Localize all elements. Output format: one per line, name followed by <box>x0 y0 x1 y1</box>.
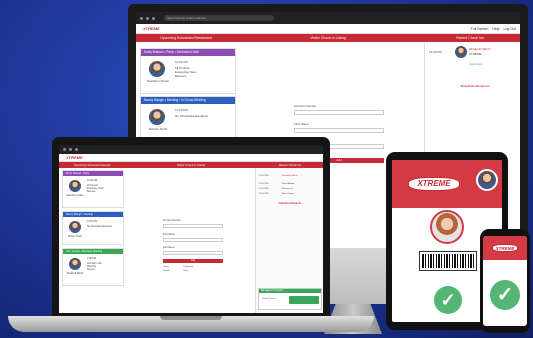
checkin-time: 12:02 PM <box>259 193 269 195</box>
xtreme-logo: XTREME <box>492 244 518 252</box>
visit-detail: Review <box>87 269 95 271</box>
xtreme-logo: XTREME <box>408 177 460 191</box>
visit-time: 2:00 PM <box>87 257 96 260</box>
checkin-name: Maria Lopez <box>282 193 295 195</box>
recent-checkins-panel: 12:34 PM Elizabeth Marsh 12:30 PM Kevin … <box>255 168 323 313</box>
browser-toolbar <box>59 145 323 154</box>
checkin-name: Stacey Lee <box>282 188 293 190</box>
checkmark-icon: ✓ <box>490 280 520 310</box>
account-number-field[interactable] <box>163 224 223 228</box>
visit-card-header: Nancy Waugh • Meeting • In Group Meeting <box>141 97 235 104</box>
laptop-screen: XTREME Upcoming Scheduled Guests Visitor… <box>59 145 323 313</box>
phone-banner: XTREME <box>483 236 527 260</box>
visit-detail: No Scheduled Attendees <box>87 226 113 228</box>
first-name-field[interactable] <box>163 238 223 242</box>
account-number-field[interactable] <box>294 110 384 115</box>
window-dot-icon[interactable] <box>63 148 66 151</box>
visitor-barcode <box>419 251 477 271</box>
form-label: Last Name <box>163 246 175 249</box>
visit-detail: Banners <box>87 191 96 193</box>
reports-box-header: Management Reports <box>259 289 321 293</box>
address-bar[interactable]: https://xtreme-visitor.example <box>164 15 274 21</box>
checkin-company: XTREME <box>469 52 482 56</box>
visitor-name: Nichole Smith <box>148 127 168 131</box>
visit-card-header: Nancy Waugh • Meeting <box>63 212 123 217</box>
last-name-field[interactable] <box>163 251 223 255</box>
section-title-upcoming: Upcoming Scheduled Restaurant <box>160 36 212 40</box>
browser-toolbar: https://xtreme-visitor.example <box>136 12 520 24</box>
window-dot-icon[interactable] <box>69 148 72 151</box>
first-name-field[interactable] <box>294 128 384 133</box>
avatar <box>149 109 165 125</box>
phone-screen: XTREME ✓ <box>483 236 527 326</box>
laptop: XTREME Upcoming Scheduled Guests Visitor… <box>52 137 330 317</box>
checkbox-vendor[interactable]: Vendor <box>163 269 170 274</box>
checkin-time: 12:14 PM <box>259 188 269 190</box>
visit-card-header: Emily Watson • Party • Scheduled Visit <box>141 49 235 56</box>
section-title-recent: Recent Check Ins <box>278 163 302 167</box>
visit-card-header: Emily Watson • Party <box>63 171 123 176</box>
form-label: Account Number <box>294 104 317 108</box>
past-checkins-link[interactable]: View Past Check-ins <box>435 84 515 88</box>
section-title-upcoming: Upcoming Scheduled Guests <box>73 163 111 167</box>
checkin-name: Elizabeth Marsh <box>469 47 491 51</box>
header-link-fullscreen[interactable]: Full Screen <box>471 27 489 31</box>
form-label: First Name <box>163 233 175 236</box>
checkin-status: Approved <box>469 62 482 66</box>
section-bar: Upcoming Scheduled Restaurant Visitor Ch… <box>136 34 520 42</box>
form-label: First Name <box>294 122 309 126</box>
app-header: XTREME <box>59 154 323 162</box>
avatar <box>455 46 467 58</box>
pass-label: Visitor Passes <box>262 298 276 300</box>
pass-chip[interactable] <box>289 296 319 304</box>
visitor-name: Davidson Chase <box>146 79 169 83</box>
section-title-listing: Visitor Check-in Listing <box>176 163 206 167</box>
staff-avatar <box>476 169 498 191</box>
window-dot-icon[interactable] <box>140 16 143 20</box>
checkin-name: Kevin Adams <box>282 183 295 185</box>
avatar <box>69 258 81 270</box>
window-dot-icon[interactable] <box>146 16 149 20</box>
checkin-time: 12:34 PM <box>259 175 269 177</box>
avatar <box>69 180 81 192</box>
phone: XTREME ✓ <box>480 229 530 333</box>
form-label: Account Number <box>163 219 181 222</box>
visit-time: 12:00 PM <box>87 220 98 223</box>
visitor-avatar <box>430 210 464 244</box>
window-dot-icon[interactable] <box>75 148 78 151</box>
management-reports-box[interactable]: Management Reports Visitor Passes <box>258 288 322 310</box>
visit-card[interactable]: Tom Jenkins • Business Meeting Elizabeth… <box>62 248 124 286</box>
app-header: XTREME Full Screen Help Log Out <box>136 24 520 34</box>
avatar <box>149 61 165 77</box>
past-checkins-link[interactable]: View Past Check-ins <box>260 202 320 205</box>
visit-detail: Banners <box>175 74 187 78</box>
section-title-recent: Recent Check Ins <box>456 36 484 40</box>
checkin-time: 12:34 PM <box>429 50 442 54</box>
window-dot-icon[interactable] <box>152 16 155 20</box>
visit-card[interactable]: Nancy Waugh • Meeting • In Group Meeting… <box>140 96 236 140</box>
avatar <box>69 221 81 233</box>
checkin-time: 12:30 PM <box>259 183 269 185</box>
visitor-name: Davidson Chase <box>66 195 84 197</box>
xtreme-logo[interactable]: XTREME <box>63 155 86 160</box>
visit-card[interactable]: Nancy Waugh • Meeting Nichole Smith 12:0… <box>62 211 124 245</box>
checkin-name: Elizabeth Marsh <box>282 175 298 177</box>
header-link-logout[interactable]: Log Out <box>504 27 516 31</box>
visit-detail: No Scheduled Attendees <box>175 114 209 118</box>
xtreme-logo[interactable]: XTREME <box>140 26 163 31</box>
visitor-name: Nichole Smith <box>67 236 83 238</box>
checkmark-icon: ✓ <box>434 286 462 314</box>
visit-time: 12:00 AM <box>87 179 98 182</box>
visitor-name: Elizabeth Marsh <box>66 273 84 275</box>
checkbox-other[interactable]: Other <box>183 269 188 274</box>
header-link-help[interactable]: Help <box>492 27 499 31</box>
visit-time: 12:00 AM <box>175 60 188 64</box>
section-title-listing: Visitor Check-in Listing <box>310 36 346 40</box>
visit-card[interactable]: Emily Watson • Party • Scheduled Visit D… <box>140 48 236 94</box>
visit-time: 12:00 PM <box>175 108 188 112</box>
visit-card-header: Tom Jenkins • Business Meeting <box>63 249 123 254</box>
visit-card[interactable]: Emily Watson • Party Davidson Chase 12:0… <box>62 170 124 208</box>
laptop-notch <box>160 316 222 320</box>
add-visitor-button[interactable]: Add <box>163 259 223 263</box>
